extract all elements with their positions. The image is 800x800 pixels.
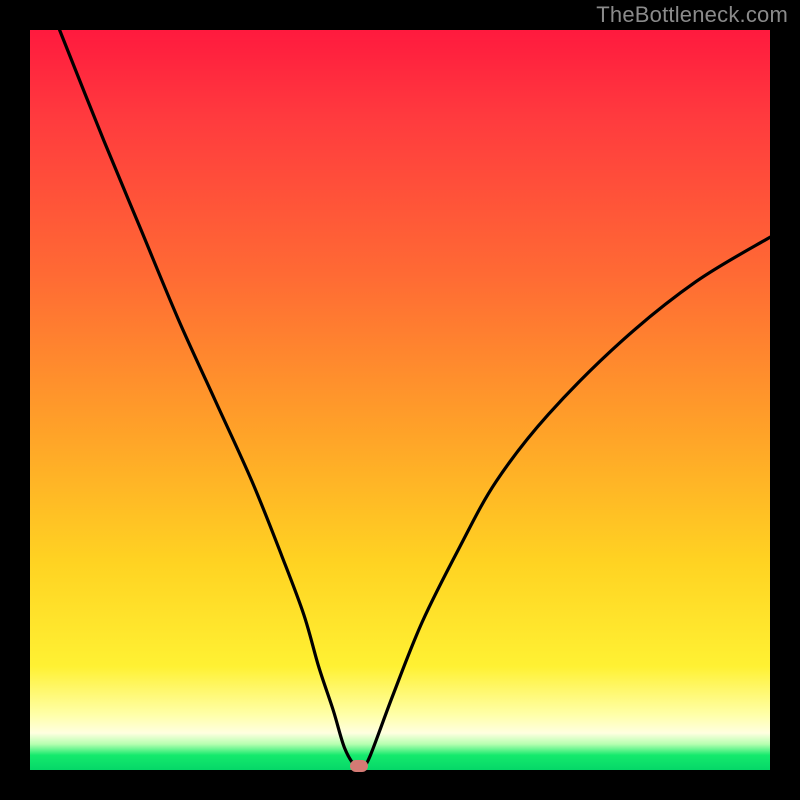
optimal-marker [350, 760, 368, 772]
curve-svg [30, 30, 770, 770]
watermark-text: TheBottleneck.com [596, 2, 788, 28]
chart-frame: TheBottleneck.com [0, 0, 800, 800]
plot-area [30, 30, 770, 770]
bottleneck-curve-path [60, 30, 770, 768]
